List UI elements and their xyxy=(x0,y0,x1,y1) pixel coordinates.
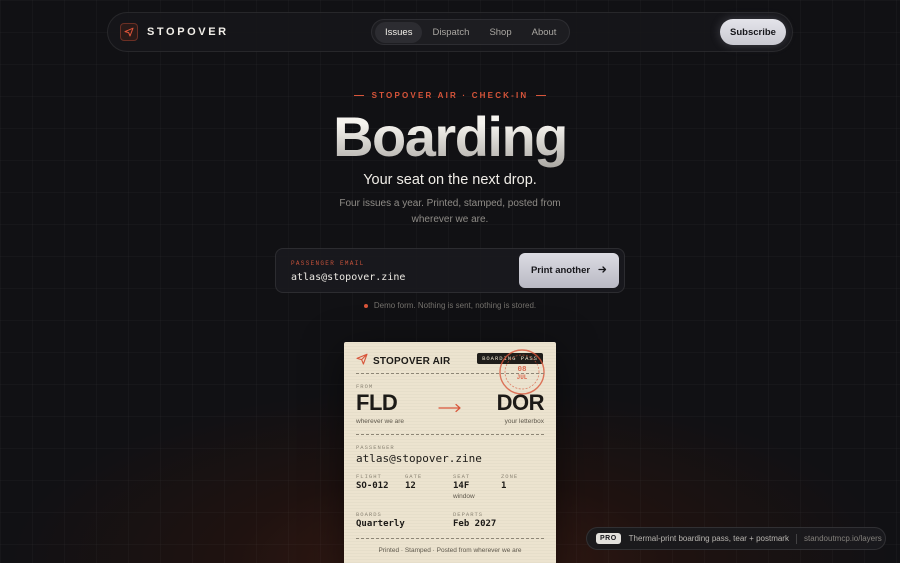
eyebrow: STOPOVER AIR · CHECK-IN xyxy=(0,91,900,100)
print-another-label: Print another xyxy=(530,265,591,276)
pro-separator xyxy=(795,533,797,544)
page-title: Boarding xyxy=(0,104,900,169)
nav-link-shop[interactable]: Shop xyxy=(479,22,521,43)
ticket-header: STOPOVER AIR xyxy=(356,352,450,370)
pro-badge: PRO xyxy=(596,533,621,544)
demo-note-text: Demo form. Nothing is sent, nothing is s… xyxy=(373,301,537,310)
ticket-divider xyxy=(356,538,544,539)
zone-value: 1 xyxy=(501,481,507,491)
passenger-value: atlas@stopover.zine xyxy=(356,452,482,465)
email-field-label: PASSENGER EMAIL xyxy=(291,260,365,267)
hero-blurb: Four issues a year. Printed, stamped, po… xyxy=(339,198,561,225)
to-sub: your letterbox xyxy=(504,418,544,425)
to-code: DOR xyxy=(496,390,545,415)
status-dot-icon xyxy=(363,303,368,308)
paper-plane-icon xyxy=(356,352,368,370)
zone-label: ZONE xyxy=(501,473,519,480)
paper-plane-icon xyxy=(120,23,138,41)
boards-label: BOARDS xyxy=(356,511,382,518)
flight-value: SO-012 xyxy=(356,481,389,491)
nav-link-dispatch[interactable]: Dispatch xyxy=(422,22,479,43)
from-code: FLD xyxy=(356,390,398,415)
from-sub: wherever we are xyxy=(356,418,405,425)
from-label: FROM xyxy=(356,383,374,390)
top-nav: STOPOVER Issues Dispatch Shop About Subs… xyxy=(107,12,793,52)
email-field[interactable] xyxy=(291,270,511,284)
eyebrow-dash-right xyxy=(536,95,547,97)
flight-label: FLIGHT xyxy=(356,473,382,480)
seat-label: SEAT xyxy=(453,473,471,480)
stamp-month: JUL xyxy=(517,374,528,381)
passenger-label: PASSENGER xyxy=(356,444,395,451)
eyebrow-dash-left xyxy=(353,95,364,97)
boarding-pass: STOPOVER AIR BOARDING PASS 08 JUL FROM F… xyxy=(344,342,556,563)
seat-value: 14F xyxy=(453,481,470,491)
nav-links: Issues Dispatch Shop About xyxy=(371,19,571,45)
subscribe-button[interactable]: Subscribe xyxy=(720,19,786,45)
ticket-footer: Printed · Stamped · Posted from wherever… xyxy=(378,547,522,554)
pro-link[interactable]: standoutmcp.io/layers xyxy=(804,534,882,543)
departs-label: DEPARTS xyxy=(453,511,484,518)
page-subtitle: Your seat on the next drop. xyxy=(363,172,537,188)
gate-value: 12 xyxy=(405,481,416,491)
pro-banner[interactable]: PRO Thermal-print boarding pass, tear + … xyxy=(586,527,886,550)
email-form: PASSENGER EMAIL Print another xyxy=(275,248,625,293)
departs-value: Feb 2027 xyxy=(453,519,497,529)
arrow-right-icon xyxy=(598,265,607,277)
ticket-divider xyxy=(356,373,544,374)
nav-link-about[interactable]: About xyxy=(522,22,567,43)
eyebrow-text: STOPOVER AIR · CHECK-IN xyxy=(371,91,529,100)
seat-sub: window xyxy=(453,493,475,500)
print-another-button[interactable]: Print another xyxy=(519,253,619,288)
arrow-right-icon xyxy=(438,403,461,413)
gate-label: GATE xyxy=(405,473,423,480)
ticket-airline: STOPOVER AIR xyxy=(373,355,451,367)
brand-name: STOPOVER xyxy=(147,26,229,38)
brand[interactable]: STOPOVER xyxy=(120,23,229,41)
demo-note: Demo form. Nothing is sent, nothing is s… xyxy=(0,301,900,310)
ticket-divider xyxy=(356,434,544,435)
nav-link-issues[interactable]: Issues xyxy=(375,21,423,43)
boards-value: Quarterly xyxy=(356,519,405,529)
pro-text: Thermal-print boarding pass, tear + post… xyxy=(628,534,789,543)
